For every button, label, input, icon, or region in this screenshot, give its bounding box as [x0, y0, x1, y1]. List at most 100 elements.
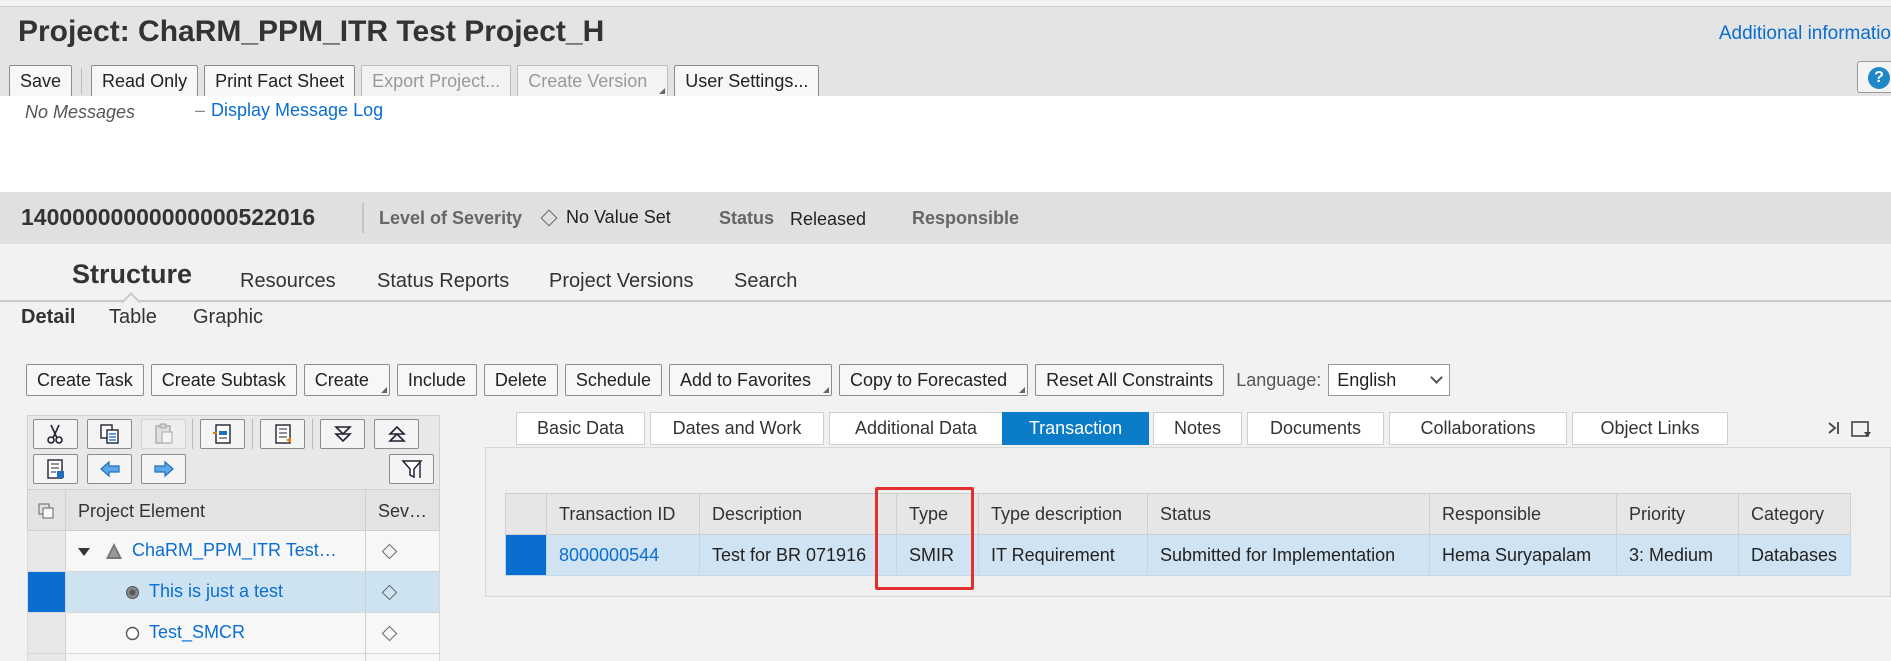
move-left-button[interactable] — [87, 454, 132, 484]
copy-button[interactable] — [87, 419, 132, 449]
additional-information-link[interactable]: Additional informatio — [1719, 23, 1891, 45]
copy-to-forecasted-label: Copy to Forecasted — [850, 369, 1008, 390]
reset-all-constraints-button[interactable]: Reset All Constraints — [1035, 364, 1225, 396]
tab-search[interactable]: Search — [734, 270, 797, 293]
create-label: Create — [314, 369, 369, 390]
expand-all-button[interactable] — [320, 419, 365, 449]
tab-resources[interactable]: Resources — [240, 270, 336, 293]
toolbar-separator — [192, 419, 193, 449]
column-header-type-description[interactable]: Type description — [978, 494, 1147, 534]
dropdown-indicator-icon — [659, 88, 666, 94]
tree-row[interactable]: This is just a test — [27, 572, 440, 613]
severity-diamond-icon — [381, 584, 398, 601]
tab-transaction[interactable]: Transaction — [1002, 412, 1149, 445]
tab-notes[interactable]: Notes — [1153, 412, 1242, 445]
print-fact-sheet-button[interactable]: Print Fact Sheet — [204, 65, 356, 97]
create-button[interactable]: Create — [303, 364, 390, 396]
help-icon: ? — [1868, 67, 1890, 89]
column-header-severity[interactable]: Sev… — [378, 501, 427, 522]
language-select[interactable]: English — [1328, 364, 1451, 396]
table-row[interactable]: 8000000544 Test for BR 071916 SMIR IT Re… — [505, 535, 1851, 576]
tab-documents[interactable]: Documents — [1247, 412, 1384, 445]
include-button[interactable]: Include — [396, 364, 477, 396]
column-header-description[interactable]: Description — [699, 494, 896, 534]
main-tab-strip: Structure Resources Status Reports Proje… — [0, 244, 1891, 312]
display-message-log-link[interactable]: – Display Message Log — [195, 100, 383, 121]
tab-object-links[interactable]: Object Links — [1572, 412, 1728, 445]
column-header-priority[interactable]: Priority — [1616, 494, 1738, 534]
collapse-all-button[interactable] — [374, 419, 419, 449]
column-header-project-element[interactable]: Project Element — [78, 501, 205, 522]
tab-structure[interactable]: Structure — [72, 259, 192, 290]
status-value: Released — [790, 209, 867, 229]
create-task-button[interactable]: Create Task — [26, 364, 144, 396]
tree-header: Project Element Sev… — [27, 489, 440, 531]
header-select-cell[interactable] — [506, 494, 546, 534]
tab-graphic[interactable]: Graphic — [193, 306, 263, 329]
transaction-id-link[interactable]: 8000000544 — [546, 535, 699, 575]
column-separator — [365, 531, 366, 571]
column-separator — [365, 572, 366, 612]
cut-button[interactable] — [33, 419, 78, 449]
create-subtask-button[interactable]: Create Subtask — [150, 364, 297, 396]
indent-button[interactable] — [260, 419, 305, 449]
severity-diamond-icon — [381, 543, 398, 560]
expand-caret-icon[interactable] — [78, 547, 90, 557]
row-selector[interactable] — [28, 613, 66, 653]
severity-diamond-icon — [540, 209, 558, 227]
tree-item-label[interactable]: ChaRM_PPM_ITR Test… — [132, 540, 337, 561]
paste-button[interactable] — [141, 419, 186, 449]
user-settings-button[interactable]: User Settings... — [674, 65, 820, 97]
tree-row[interactable]: Test_SMCR — [27, 613, 440, 654]
details-button[interactable] — [33, 454, 78, 484]
structure-panel: Project Element Sev… ChaRM_PPM_ITR Test…… — [27, 415, 440, 661]
severity-label: Level of Severity — [379, 208, 523, 228]
tab-table[interactable]: Table — [109, 306, 157, 329]
tab-dates-and-work[interactable]: Dates and Work — [650, 412, 824, 445]
move-right-button[interactable] — [141, 454, 186, 484]
schedule-button[interactable]: Schedule — [564, 364, 662, 396]
tab-collaborations[interactable]: Collaborations — [1389, 412, 1567, 445]
dropdown-indicator-icon — [380, 387, 387, 393]
insert-button[interactable] — [200, 419, 245, 449]
tab-project-versions[interactable]: Project Versions — [549, 270, 694, 293]
tab-detail[interactable]: Detail — [21, 306, 75, 329]
tab-additional-data[interactable]: Additional Data — [829, 412, 1003, 445]
language-value: English — [1337, 369, 1397, 390]
row-selector[interactable] — [506, 535, 546, 575]
scroll-to-end-icon[interactable] — [1826, 419, 1842, 437]
main-toolbar: Save Read Only Print Fact Sheet Export P… — [9, 65, 820, 97]
collapse-dash-icon: – — [195, 100, 206, 120]
column-header-responsible[interactable]: Responsible — [1429, 494, 1616, 534]
create-version-button[interactable]: Create Version — [517, 65, 669, 97]
row-selector[interactable] — [28, 531, 66, 571]
add-to-favorites-button[interactable]: Add to Favorites — [668, 364, 833, 396]
tab-basic-data[interactable]: Basic Data — [516, 412, 645, 445]
tab-list-folder-icon[interactable] — [1850, 419, 1872, 439]
tree-item-label[interactable]: This is just a test — [149, 581, 283, 602]
structure-icon-toolbar — [27, 415, 440, 489]
row-selector[interactable] — [28, 572, 66, 612]
tab-status-reports[interactable]: Status Reports — [377, 270, 509, 293]
cell-responsible: Hema Suryapalam — [1429, 535, 1616, 575]
action-toolbar: Create Task Create Subtask Create Includ… — [26, 364, 1451, 396]
tree-row[interactable]: ChaRM_PPM_ITR Test… — [27, 531, 440, 572]
collapse-all-icon — [387, 425, 406, 442]
select-all-cell[interactable] — [28, 490, 66, 530]
help-button[interactable]: ? — [1857, 61, 1891, 93]
filter-button[interactable] — [389, 454, 434, 484]
column-header-transaction-id[interactable]: Transaction ID — [546, 494, 699, 534]
task-filled-circle-icon — [126, 586, 139, 599]
title-bar: Project: ChaRM_PPM_ITR Test Project_H Ad… — [0, 7, 1891, 97]
header-separator — [362, 203, 364, 233]
copy-to-forecasted-button[interactable]: Copy to Forecasted — [839, 364, 1029, 396]
column-header-category[interactable]: Category — [1738, 494, 1852, 534]
column-header-status[interactable]: Status — [1147, 494, 1429, 534]
export-project-button[interactable]: Export Project... — [361, 65, 512, 97]
add-to-favorites-label: Add to Favorites — [679, 369, 812, 390]
read-only-button[interactable]: Read Only — [91, 65, 199, 97]
cell-description: Test for BR 071916 — [699, 535, 896, 575]
delete-button[interactable]: Delete — [483, 364, 558, 396]
tree-item-label[interactable]: Test_SMCR — [149, 622, 245, 643]
save-button[interactable]: Save — [9, 65, 73, 97]
